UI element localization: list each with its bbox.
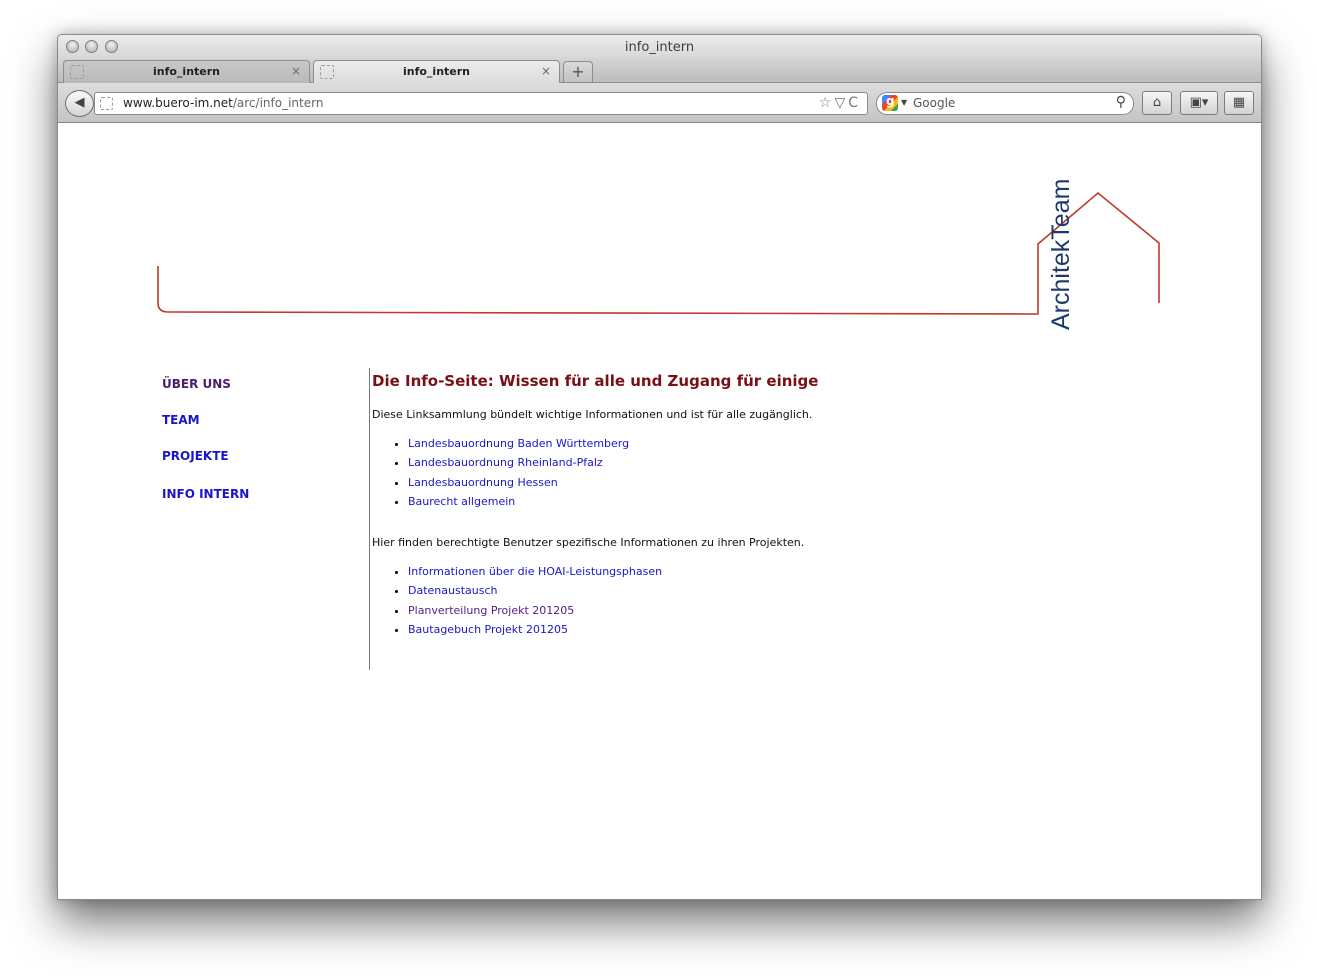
chevron-down-icon[interactable]: ▼	[901, 98, 907, 107]
list-item: Informationen über die HOAI-Leistungspha…	[408, 562, 662, 581]
content-divider	[369, 368, 370, 670]
list-item: Datenaustausch	[408, 581, 662, 600]
tab-1[interactable]: info_intern ×	[63, 60, 310, 83]
tab-label: info_intern	[152, 65, 221, 78]
link-datenaustausch[interactable]: Datenaustausch	[408, 584, 497, 597]
logo-roof-line	[157, 191, 1160, 315]
link-planverteilung[interactable]: Planverteilung Projekt 201205	[408, 604, 574, 617]
address-bar[interactable]: www.buero-im.net/arc/info_intern ☆▽C	[94, 92, 868, 115]
tab-label: info_intern	[402, 65, 471, 78]
extension-button[interactable]: ▦	[1224, 91, 1254, 115]
link-bautagebuch[interactable]: Bautagebuch Projekt 201205	[408, 623, 568, 636]
private-intro-text: Hier finden berechtigte Benutzer spezifi…	[372, 536, 805, 549]
window-title: info_intern	[624, 40, 695, 55]
search-icon[interactable]: ⚲	[1116, 94, 1126, 110]
search-bar[interactable]: ▼ Google ⚲	[876, 92, 1134, 115]
new-tab-button[interactable]: +	[563, 61, 593, 82]
url-domain: www.buero-im.net	[123, 96, 233, 110]
page-icon	[100, 97, 113, 110]
logo-text: ArchitekTeam	[1047, 179, 1075, 330]
nav-projekte[interactable]: PROJEKTE	[162, 449, 229, 463]
public-link-list: Landesbauordnung Baden Württemberg Lande…	[392, 434, 629, 511]
google-icon[interactable]	[882, 94, 898, 111]
list-item: Baurecht allgemein	[408, 492, 629, 511]
page-heading: Die Info-Seite: Wissen für alle und Zuga…	[372, 372, 819, 390]
link-baurecht-allgemein[interactable]: Baurecht allgemein	[408, 495, 515, 508]
tab-bar: info_intern × info_intern × +	[58, 59, 1261, 84]
title-bar: info_intern	[58, 35, 1261, 59]
bookmark-star-icon[interactable]: ☆▽C	[819, 95, 861, 111]
close-tab-icon[interactable]: ×	[291, 64, 301, 78]
link-hoai-leistungsphasen[interactable]: Informationen über die HOAI-Leistungspha…	[408, 565, 662, 578]
list-item: Landesbauordnung Baden Württemberg	[408, 434, 629, 453]
list-item: Planverteilung Projekt 201205	[408, 601, 662, 620]
list-item: Landesbauordnung Hessen	[408, 473, 629, 492]
nav-team[interactable]: TEAM	[162, 413, 200, 427]
home-button[interactable]: ⌂	[1142, 91, 1172, 115]
url-path: /arc/info_intern	[232, 96, 324, 110]
list-item: Bautagebuch Projekt 201205	[408, 620, 662, 639]
nav-info-intern[interactable]: INFO INTERN	[162, 487, 249, 501]
close-tab-icon[interactable]: ×	[541, 64, 551, 78]
bookmarks-button[interactable]: ▣▾	[1180, 91, 1218, 115]
link-lbo-rheinland-pfalz[interactable]: Landesbauordnung Rheinland-Pfalz	[408, 456, 603, 469]
search-input[interactable]: Google	[913, 96, 955, 110]
list-item: Landesbauordnung Rheinland-Pfalz	[408, 453, 629, 472]
nav-ueber-uns[interactable]: ÜBER UNS	[162, 377, 231, 391]
intro-text: Diese Linksammlung bündelt wichtige Info…	[372, 408, 813, 421]
link-lbo-baden-wuerttemberg[interactable]: Landesbauordnung Baden Württemberg	[408, 437, 629, 450]
web-page: ArchitekTeam ÜBER UNS TEAM PROJEKTE INFO…	[58, 123, 1261, 899]
back-button[interactable]: ◀	[65, 90, 94, 117]
link-lbo-hessen[interactable]: Landesbauordnung Hessen	[408, 476, 558, 489]
navigation-toolbar: ◀ www.buero-im.net/arc/info_intern ☆▽C ▼…	[58, 83, 1261, 123]
private-link-list: Informationen über die HOAI-Leistungspha…	[392, 562, 662, 639]
tab-2-active[interactable]: info_intern ×	[313, 60, 560, 84]
architekteam-logo: ArchitekTeam	[157, 179, 1160, 330]
url-text: www.buero-im.net/arc/info_intern	[123, 96, 323, 110]
browser-window: info_intern info_intern × info_intern × …	[57, 34, 1262, 900]
